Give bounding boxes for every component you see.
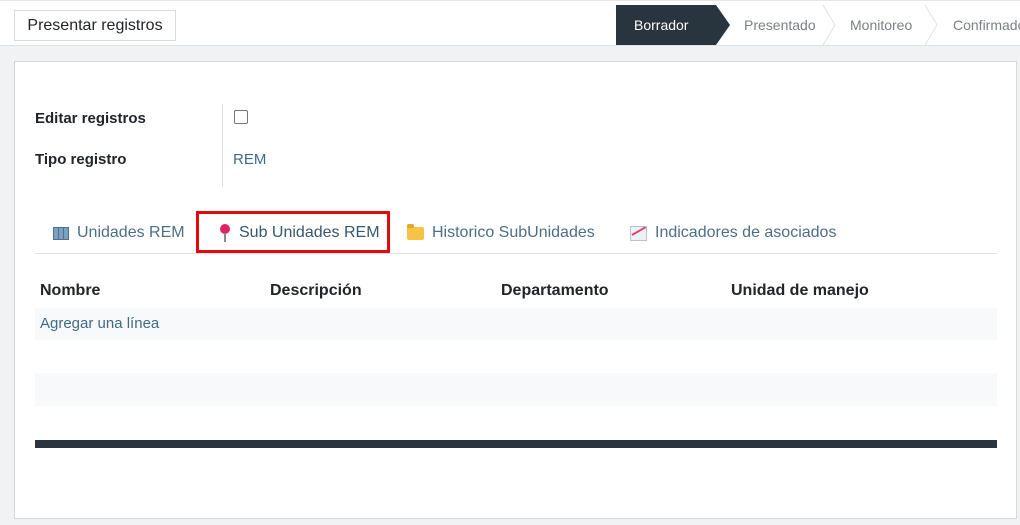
status-bar: Borrador Presentado Monitoreo Confirmado [616,5,1020,45]
highlight-annotation [196,211,390,253]
status-step-label: Monitoreo [850,17,913,33]
status-step-confirmado[interactable]: Confirmado [928,5,1020,45]
present-records-button[interactable]: Presentar registros [14,10,176,41]
tab-historico-subunidades[interactable]: Historico SubUnidades [407,212,595,254]
tab-label: Historico SubUnidades [432,224,595,241]
control-panel: Presentar registros Borrador Presentado … [0,0,1020,46]
chart-icon [630,225,647,241]
table-header: Nombre Descripción Departamento Unidad d… [35,274,997,308]
table-footer [35,440,997,448]
label-divider [222,104,223,187]
column-header-unidad-manejo[interactable]: Unidad de manejo [731,282,869,300]
table-row: Agregar una línea [35,308,997,340]
notebook-tabs: Unidades REM Sub Unidades REM Historico … [35,212,997,254]
record-type-value[interactable]: REM [233,151,266,168]
edit-records-checkbox[interactable] [234,110,248,124]
form-sheet: Editar registros Tipo registro REM Unida… [14,61,1017,519]
column-header-departamento[interactable]: Departamento [501,282,609,300]
tab-unidades-rem[interactable]: Unidades REM [53,212,185,254]
tab-indicadores-asociados[interactable]: Indicadores de asociados [630,212,836,254]
status-step-presentado[interactable]: Presentado [716,5,836,45]
status-step-borrador[interactable]: Borrador [616,5,730,45]
column-header-nombre[interactable]: Nombre [40,282,100,300]
record-type-label: Tipo registro [35,151,127,168]
edit-records-label: Editar registros [35,110,146,127]
tab-label: Indicadores de asociados [655,224,837,241]
column-header-descripcion[interactable]: Descripción [270,282,362,300]
tab-label: Unidades REM [77,224,185,241]
status-step-label: Confirmado [953,17,1020,33]
status-step-label: Borrador [634,17,689,33]
folder-icon [407,223,424,240]
status-step-monitoreo[interactable]: Monitoreo [826,5,938,45]
table-row [35,373,997,406]
table-row [35,340,997,373]
add-line-link[interactable]: Agregar una línea [40,315,159,332]
map-icon [53,226,69,240]
status-step-label: Presentado [744,17,816,33]
